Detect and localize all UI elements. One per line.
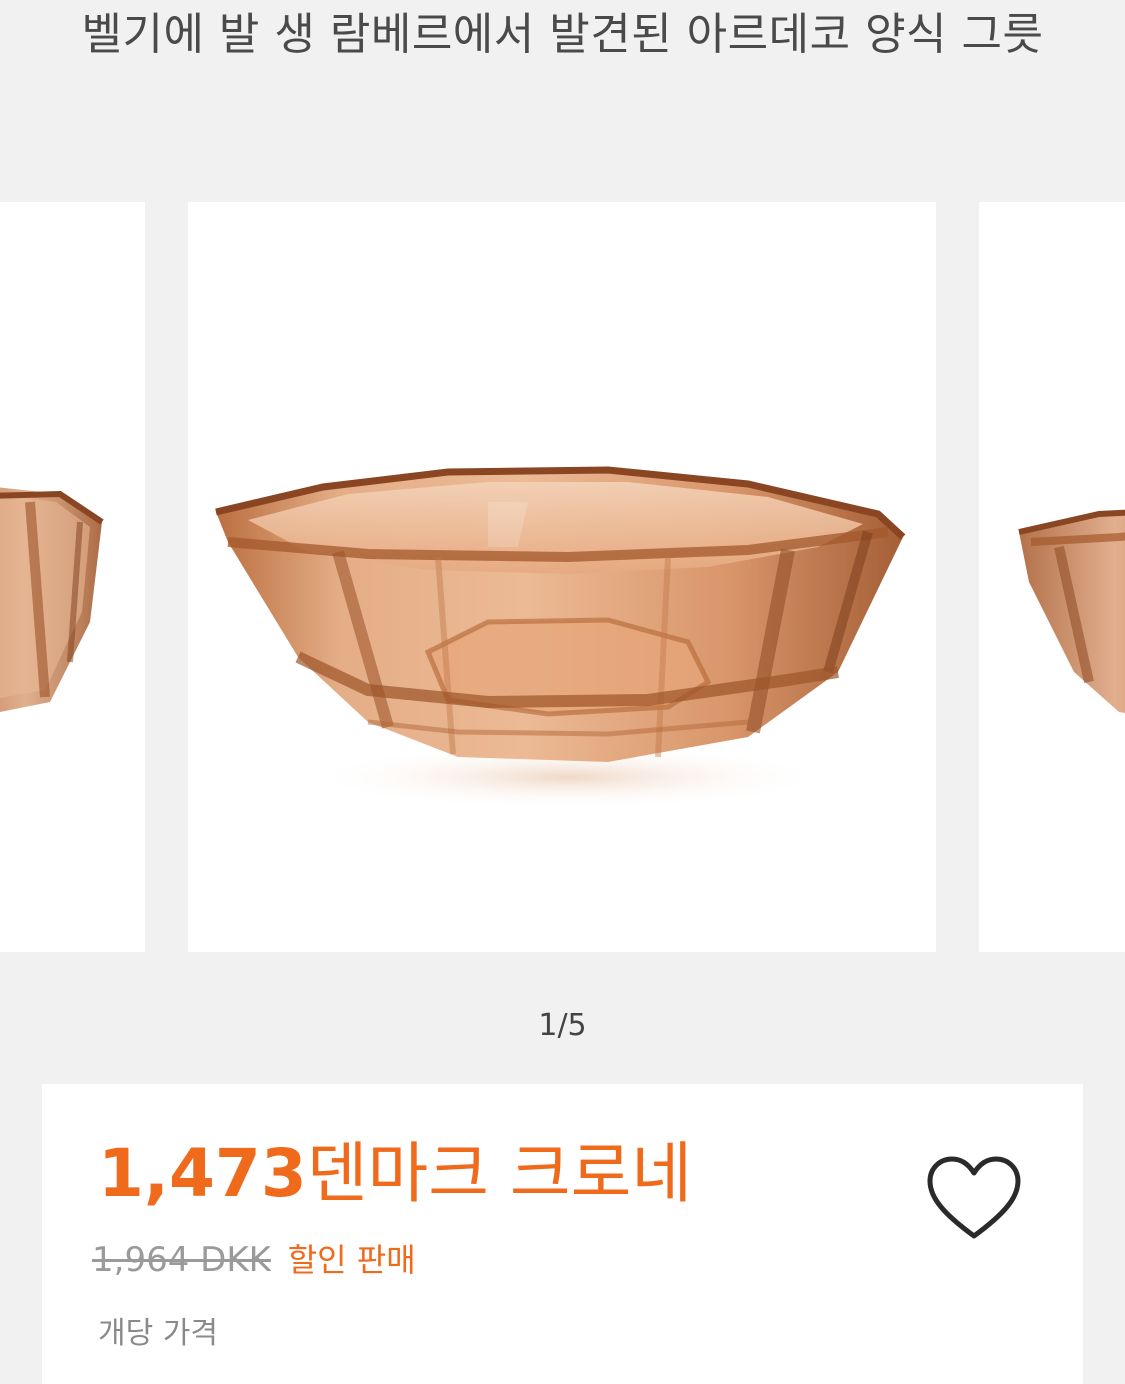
bowl-photo-next xyxy=(1018,509,1125,713)
price-amount: 1,473 xyxy=(98,1135,307,1212)
favorite-button[interactable] xyxy=(924,1154,1024,1244)
price-card: 1,473덴마크 크로네 1,964 DKK 할인 판매 개당 가격 xyxy=(42,1084,1083,1384)
image-carousel[interactable] xyxy=(0,202,1125,954)
price-currency: 덴마크 크로네 xyxy=(306,1135,693,1212)
bowl-photo-previous xyxy=(0,487,104,712)
heart-outline-icon xyxy=(927,1156,1021,1239)
unit-price-label: 개당 가격 xyxy=(98,1316,218,1351)
bowl-photo-main xyxy=(215,466,906,809)
carousel-counter: 1/5 xyxy=(538,1008,587,1043)
original-price-row: 1,964 DKK 할인 판매 xyxy=(92,1236,416,1284)
carousel-slide-next[interactable] xyxy=(979,202,1125,952)
current-price: 1,473덴마크 크로네 xyxy=(98,1134,692,1214)
discount-label: 할인 판매 xyxy=(287,1241,416,1279)
carousel-slide-previous[interactable] xyxy=(0,202,145,952)
carousel-slide-current[interactable] xyxy=(188,202,936,952)
original-price: 1,964 DKK xyxy=(92,1240,271,1280)
product-title: 벨기에 발 생 람베르에서 발견된 아르데코 양식 그릇 xyxy=(81,9,1044,60)
